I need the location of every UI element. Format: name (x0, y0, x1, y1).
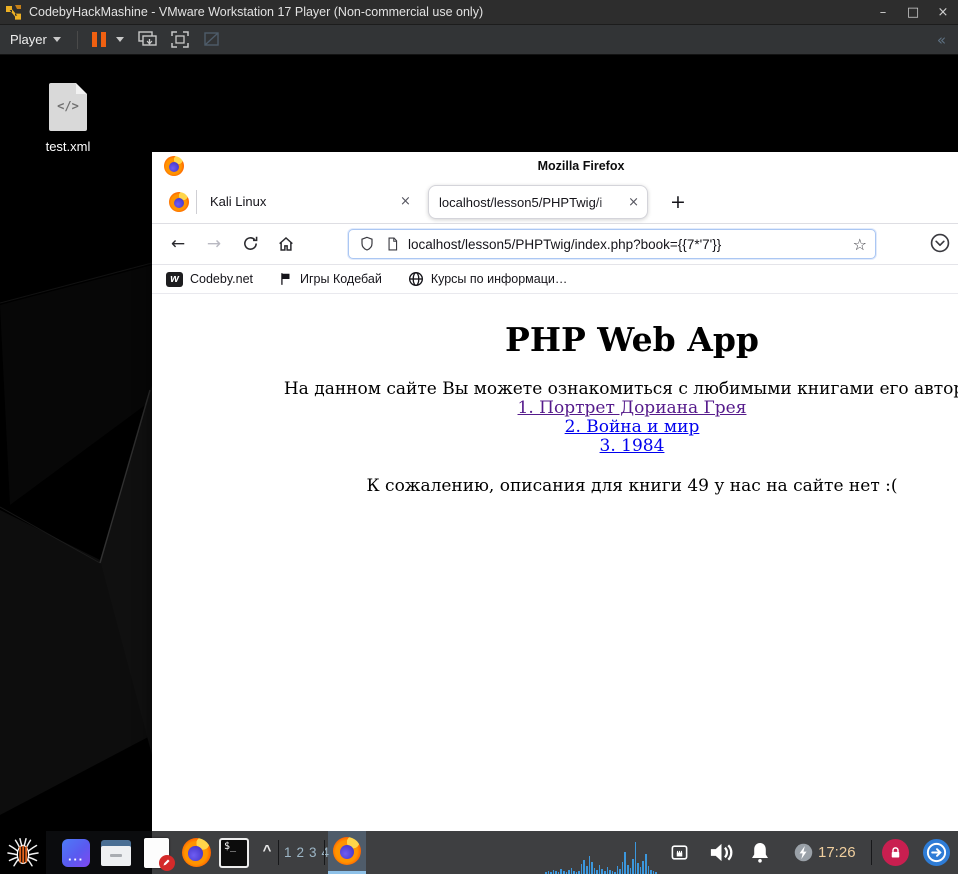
page-info-icon[interactable] (385, 235, 400, 253)
power-manager-icon[interactable] (790, 831, 816, 874)
bookmark-label: Игры Кодебай (300, 272, 382, 286)
screen-lock-icon[interactable] (882, 839, 909, 866)
text-editor-icon (143, 837, 175, 871)
bookmark-label: Курсы по информаци… (430, 272, 568, 286)
intro-text: На данном сайте Вы можете ознакомиться с… (283, 379, 958, 399)
file-label: test.xml (45, 139, 91, 154)
pocket-icon[interactable] (929, 232, 951, 259)
pinned-firefox-tab-icon[interactable] (169, 192, 189, 212)
minimize-button[interactable]: – (868, 0, 898, 25)
home-icon[interactable] (274, 232, 298, 256)
desktop-file-test-xml[interactable]: </> test.xml (30, 83, 106, 154)
app-launcher-files[interactable] (100, 837, 132, 868)
logout-session-icon[interactable] (923, 839, 950, 866)
bookmark-label: Codeby.net (190, 272, 254, 286)
firefox-icon (181, 838, 211, 867)
book-link-2[interactable]: 2. Война и мир (152, 418, 958, 437)
pencil-badge-icon (158, 854, 175, 871)
navigation-toolbar: ← → localhost/lesson5/PHPTwig/index.php?… (152, 224, 958, 265)
not-found-message: К сожалению, описания для книги 49 у нас… (366, 476, 898, 496)
taskbar-divider (324, 840, 325, 865)
app-launcher-editor[interactable] (140, 837, 175, 871)
page-content: PHP Web App На данном сайте Вы можете оз… (152, 294, 958, 874)
chevron-down-icon (52, 37, 61, 42)
firefox-logo-icon (164, 156, 184, 176)
taskbar-divider (871, 840, 872, 865)
vmware-titlebar: CodebyHackMashine - VMware Workstation 1… (0, 0, 958, 25)
firefox-window-title: Mozilla Firefox (537, 159, 625, 173)
clock[interactable]: 17:26 (818, 831, 856, 874)
file-manager-icon (101, 839, 131, 866)
globe-icon (408, 272, 423, 286)
firefox-icon (333, 837, 361, 865)
send-ctrl-alt-del-icon[interactable] (138, 31, 157, 48)
close-tab-icon[interactable]: × (400, 194, 411, 209)
app-launcher-appfinder[interactable] (60, 837, 92, 868)
fullscreen-icon[interactable] (171, 31, 189, 48)
code-glyph: </> (57, 99, 79, 113)
terminal-icon: $_ (219, 837, 249, 868)
taskbar-window-firefox-active[interactable] (328, 831, 366, 874)
app-launcher-firefox[interactable] (180, 837, 212, 868)
tab-bar: Kali Linux × localhost/lesson5/PHPTwig/i… (152, 180, 958, 224)
notifications-bell-icon[interactable] (744, 831, 776, 874)
taskbar-divider (278, 840, 279, 865)
active-tab-label: localhost/lesson5/PHPTwig/i (439, 194, 603, 210)
bookmark-star-icon[interactable]: ☆ (853, 235, 867, 254)
tracking-protection-shield-icon[interactable] (359, 235, 375, 253)
bookmark-games[interactable]: Игры Кодебай (279, 271, 382, 287)
xml-file-icon: </> (49, 83, 87, 131)
bookmark-codeby[interactable]: w Codeby.net (166, 271, 254, 287)
unity-mode-icon-disabled (203, 31, 221, 48)
tab-divider (196, 190, 197, 214)
tab-kali-linux[interactable]: Kali Linux (210, 194, 266, 209)
applications-menu-button[interactable] (0, 831, 46, 874)
tab-localhost-active[interactable]: localhost/lesson5/PHPTwig/i × (428, 185, 648, 219)
forward-button-disabled: → (206, 234, 222, 254)
taskbar: $_ ^ 1 2 3 4 17:26 (0, 831, 958, 874)
flag-icon (281, 273, 290, 285)
network-tray-icon[interactable] (666, 831, 692, 874)
app-launcher-terminal[interactable]: $_ (218, 837, 250, 868)
firefox-window: Mozilla Firefox Kali Linux × localhost/l… (152, 152, 958, 874)
toolbar-divider (76, 30, 78, 49)
network-monitor-graph (545, 838, 657, 874)
collapse-toolbar-icon[interactable]: « (937, 31, 946, 49)
workspace-2[interactable]: 2 (297, 845, 305, 860)
player-menu-label: Player (10, 32, 47, 47)
book-link-3[interactable]: 3. 1984 (152, 437, 958, 456)
player-menu-button[interactable]: Player (0, 32, 67, 47)
maximize-button[interactable]: □ (898, 0, 928, 25)
panel-expand-chevron-icon[interactable]: ^ (256, 831, 278, 874)
vmware-player-icon (6, 4, 21, 20)
url-bar[interactable]: localhost/lesson5/PHPTwig/index.php?book… (348, 229, 876, 259)
url-text[interactable]: localhost/lesson5/PHPTwig/index.php?book… (408, 237, 853, 252)
close-button[interactable]: × (928, 0, 958, 25)
workspace-3[interactable]: 3 (309, 845, 317, 860)
firefox-titlebar[interactable]: Mozilla Firefox (152, 152, 958, 180)
vmware-window-title: CodebyHackMashine - VMware Workstation 1… (29, 5, 484, 19)
bookmark-courses[interactable]: Курсы по информаци… (408, 271, 568, 287)
close-tab-icon[interactable]: × (628, 195, 639, 210)
back-button[interactable]: ← (166, 232, 190, 256)
bookmarks-toolbar: w Codeby.net Игры Кодебай Курсы по инфор… (152, 265, 958, 294)
volume-tray-icon[interactable] (704, 831, 738, 874)
suspend-vm-button[interactable] (88, 32, 110, 47)
vmware-toolbar: Player « (0, 25, 958, 55)
screen: CodebyHackMashine - VMware Workstation 1… (0, 0, 958, 874)
kali-dragon-icon (7, 837, 39, 866)
book-link-1[interactable]: 1. Портрет Дориана Грея (152, 399, 958, 418)
codeby-icon: w (166, 271, 183, 287)
app-finder-icon (62, 838, 90, 867)
new-tab-button[interactable]: + (664, 188, 692, 216)
page-title: PHP Web App (505, 320, 759, 359)
suspend-options-chevron-icon[interactable] (115, 37, 124, 42)
workspace-switcher[interactable]: 1 2 3 4 (284, 831, 329, 874)
workspace-1[interactable]: 1 (284, 845, 292, 860)
reload-icon[interactable] (238, 232, 262, 256)
